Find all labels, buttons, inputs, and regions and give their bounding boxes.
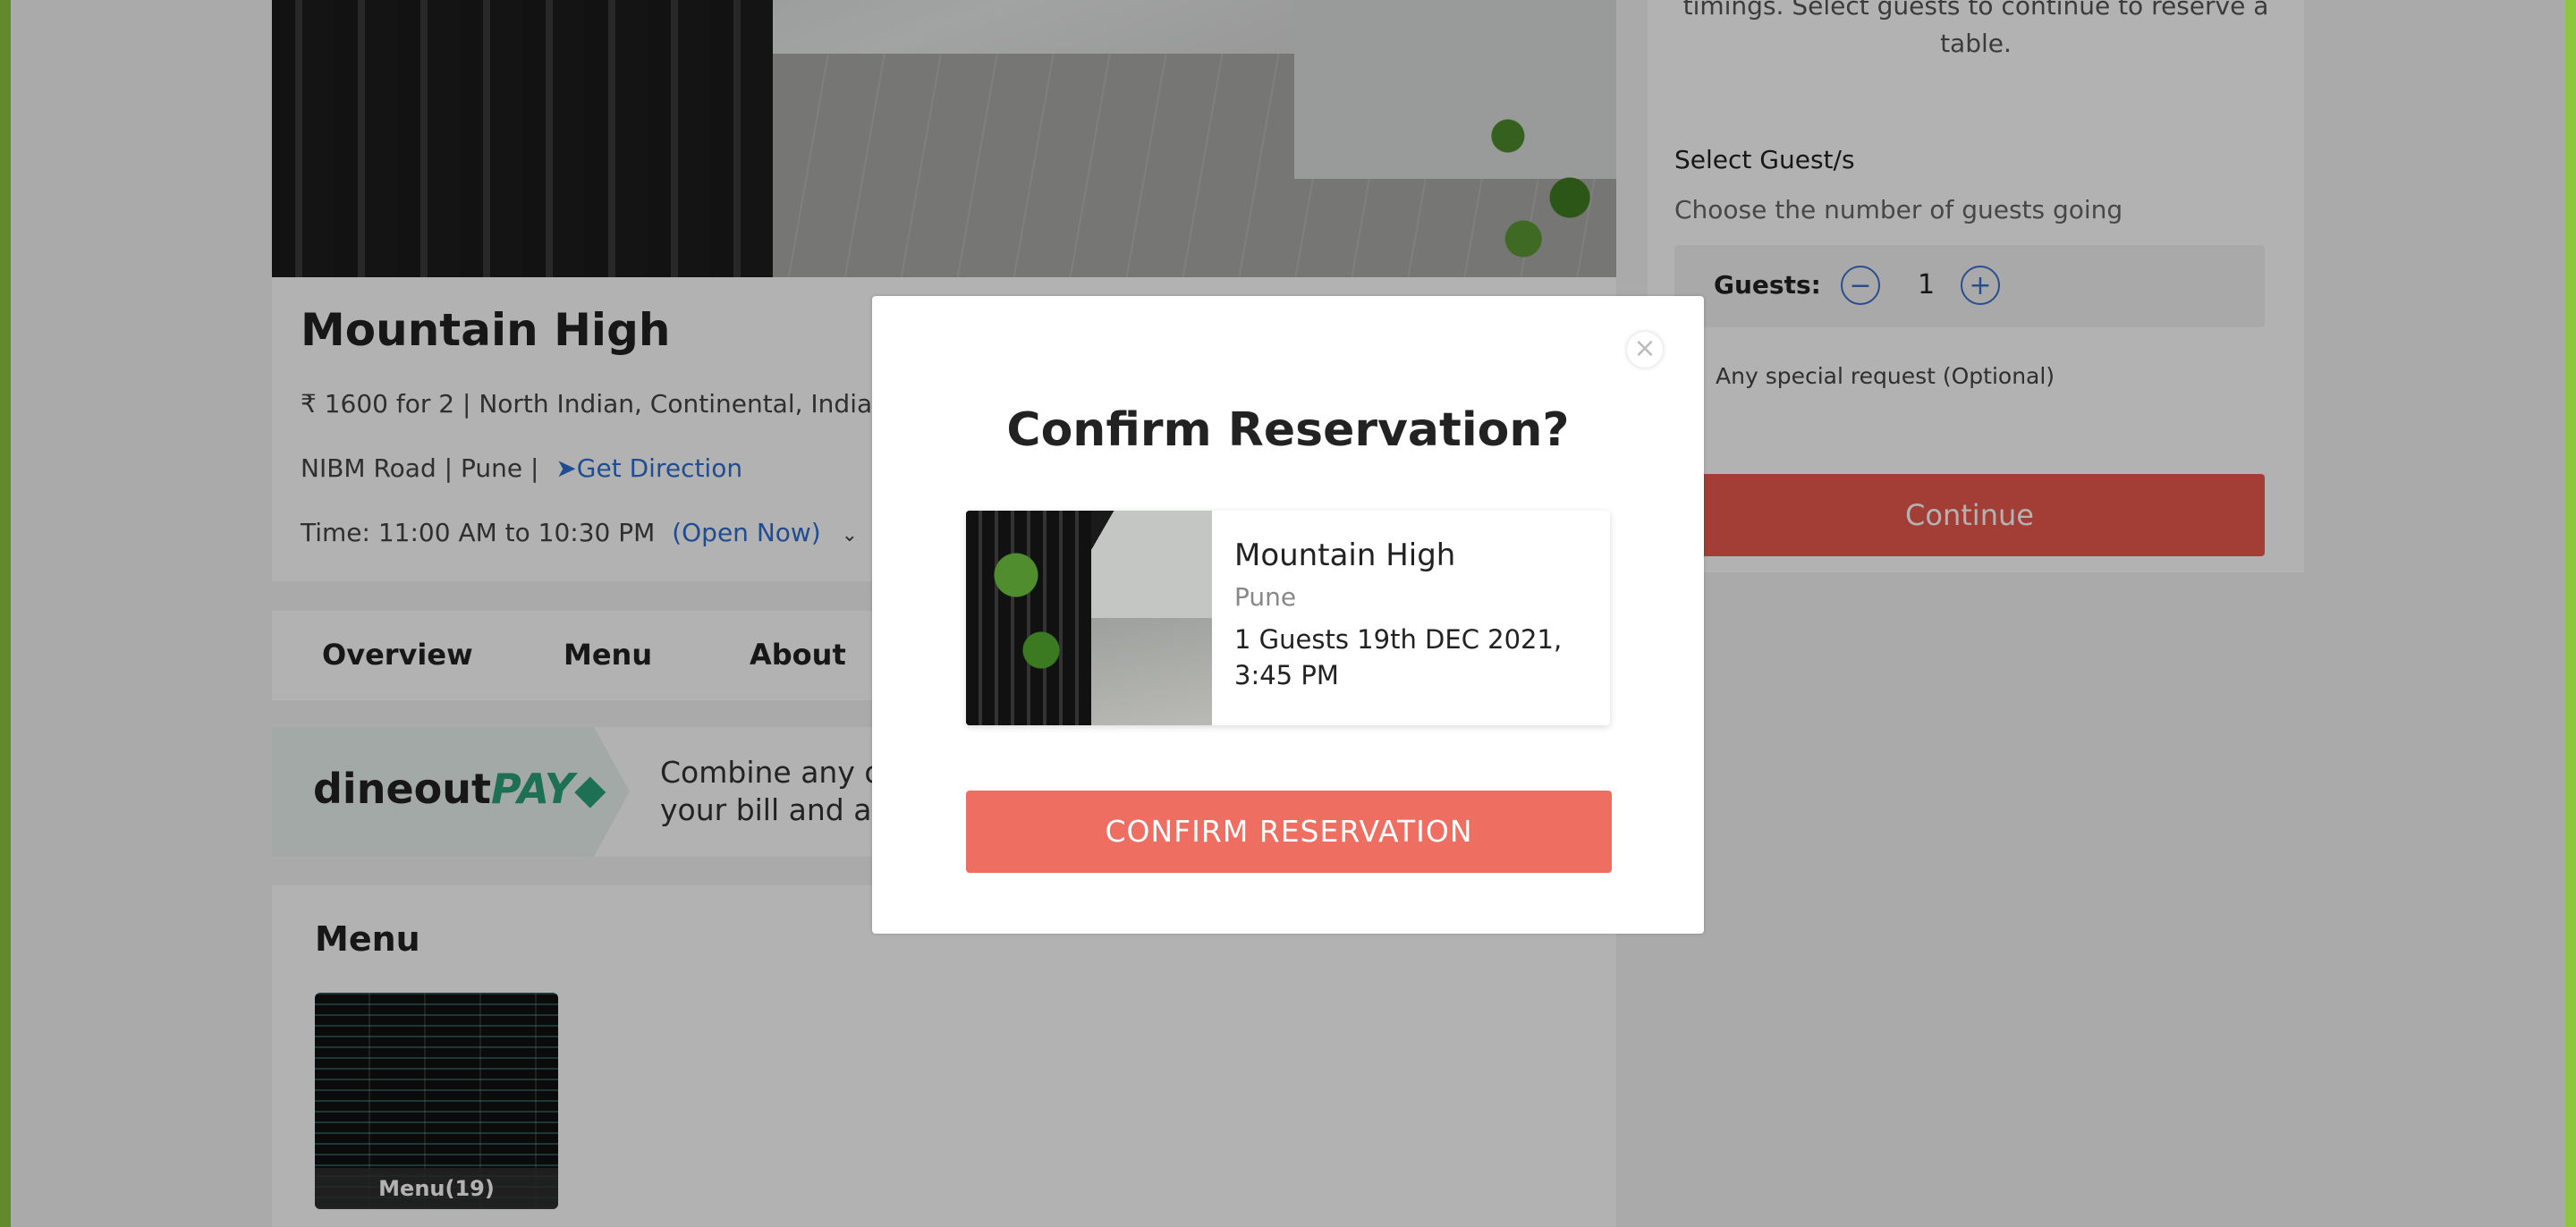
reservation-details: 1 Guests 19th DEC 2021, 3:45 PM — [1234, 624, 1563, 690]
confirm-reservation-modal: × Confirm Reservation? Mountain High Pun… — [872, 296, 1704, 934]
reservation-restaurant-name: Mountain High — [1234, 537, 1456, 573]
reservation-summary-card: Mountain High Pune 1 Guests 19th DEC 202… — [966, 511, 1610, 725]
confirm-reservation-button[interactable]: CONFIRM RESERVATION — [966, 791, 1612, 873]
close-icon[interactable]: × — [1627, 332, 1663, 368]
image-floor — [1091, 618, 1212, 725]
reservation-restaurant-image — [966, 511, 1212, 725]
modal-title: Confirm Reservation? — [1006, 403, 1570, 457]
right-border-stripe — [2565, 0, 2576, 1227]
image-plants — [966, 511, 1091, 725]
reservation-city: Pune — [1234, 582, 1297, 612]
